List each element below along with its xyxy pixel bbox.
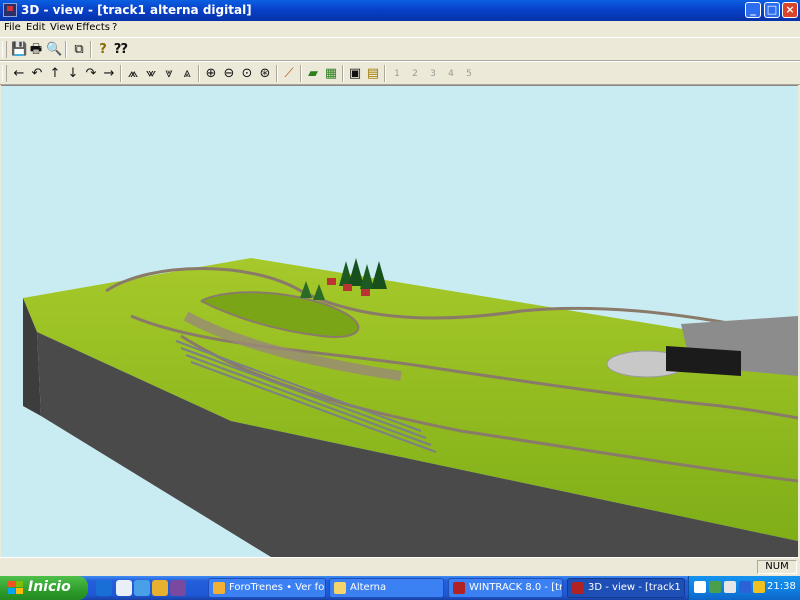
- toolbar-separator: [276, 65, 278, 82]
- camera-4-icon: 4: [448, 69, 454, 79]
- task-3d-view[interactable]: 3D - view - [track1 a...: [567, 578, 685, 598]
- media-icon[interactable]: [170, 580, 186, 596]
- window-title: 3D - view - [track1 alterna digital]: [21, 3, 252, 17]
- toolbar-separator: [120, 65, 122, 82]
- context-help-icon[interactable]: ⁇: [113, 42, 129, 58]
- desktop-icon[interactable]: [116, 580, 132, 596]
- wintrack-icon: [453, 582, 465, 594]
- locomotives: [666, 346, 741, 376]
- 3d-viewport[interactable]: [1, 85, 798, 557]
- tray-app-icon[interactable]: [694, 581, 706, 593]
- task-label: Alterna: [350, 582, 387, 593]
- move-right-icon[interactable]: →: [101, 66, 117, 82]
- tray-security-icon[interactable]: [739, 581, 751, 593]
- task-alterna[interactable]: Alterna: [329, 578, 444, 598]
- chrome-icon[interactable]: [152, 580, 168, 596]
- menu-file[interactable]: File: [4, 22, 21, 33]
- toolbar-separator: [198, 65, 200, 82]
- app-icon[interactable]: [3, 3, 17, 17]
- task-forotrenes[interactable]: ForoTrenes • Ver fo...: [208, 578, 326, 598]
- screenshot-icon[interactable]: ▤: [365, 66, 381, 82]
- toolbar-separator: [90, 41, 92, 58]
- menu-view[interactable]: View: [50, 22, 74, 33]
- print-preview-icon[interactable]: 🔍: [46, 42, 62, 58]
- tray-network-icon[interactable]: [709, 581, 721, 593]
- zoom-icon[interactable]: ⊙: [239, 66, 255, 82]
- browser-icon: [213, 582, 225, 594]
- menu-bar: File Edit View Effects ?: [0, 21, 800, 36]
- windows-logo-icon: [8, 581, 23, 594]
- title-bar[interactable]: 3D - view - [track1 alterna digital] _ □…: [0, 0, 800, 21]
- track-tool-icon[interactable]: ⟋: [281, 66, 297, 82]
- numlock-indicator: NUM: [757, 560, 797, 574]
- toolbar-separator: [342, 65, 344, 82]
- camera-3-icon: 3: [430, 69, 436, 79]
- standard-toolbar: 💾 🖶 🔍 ⧉ ? ⁇: [0, 37, 800, 61]
- messenger-icon[interactable]: [134, 580, 150, 596]
- help-icon[interactable]: ?: [95, 42, 111, 58]
- move-up-icon[interactable]: ↑: [47, 66, 63, 82]
- taskbar: Inicio ForoTrenes • Ver fo... Alterna WI…: [0, 576, 800, 600]
- camera-walk-icon[interactable]: ⩔: [161, 66, 177, 82]
- ie-icon[interactable]: [96, 580, 112, 596]
- menu-help[interactable]: ?: [112, 22, 117, 33]
- menu-edit[interactable]: Edit: [26, 22, 45, 33]
- tray-volume-icon[interactable]: [724, 581, 736, 593]
- toolbar-grip[interactable]: [2, 41, 7, 58]
- menu-effects[interactable]: Effects: [76, 22, 110, 33]
- camera-1-icon: 1: [394, 69, 400, 79]
- move-left-icon[interactable]: ←: [11, 66, 27, 82]
- task-label: 3D - view - [track1 a...: [588, 582, 684, 593]
- zoom-out-icon[interactable]: ⊖: [221, 66, 237, 82]
- terrain-icon[interactable]: ▰: [305, 66, 321, 82]
- start-button[interactable]: Inicio: [0, 576, 88, 600]
- task-wintrack[interactable]: WINTRACK 8.0 - [tr...: [448, 578, 563, 598]
- move-down-icon[interactable]: ↓: [65, 66, 81, 82]
- task-label: WINTRACK 8.0 - [tr...: [469, 582, 563, 593]
- layout-3d-render: [1, 86, 798, 557]
- toolbar-separator: [384, 65, 386, 82]
- camera-tilt-up-icon[interactable]: ⩕: [125, 66, 141, 82]
- wintrack-icon: [572, 582, 584, 594]
- camera-tilt-down-icon[interactable]: ⩖: [143, 66, 159, 82]
- turn-right-icon[interactable]: ↷: [83, 66, 99, 82]
- tray-d-icon[interactable]: [753, 581, 765, 593]
- clock[interactable]: 21:38: [767, 581, 796, 592]
- camera-5-icon: 5: [466, 69, 472, 79]
- start-label: Inicio: [28, 579, 71, 595]
- zoom-in-icon[interactable]: ⊕: [203, 66, 219, 82]
- fit-view-icon[interactable]: ▣: [347, 66, 363, 82]
- zoom-all-icon[interactable]: ⊛: [257, 66, 273, 82]
- minimize-button[interactable]: _: [745, 2, 761, 18]
- toolbar-separator: [65, 41, 67, 58]
- camera-2-icon: 2: [412, 69, 418, 79]
- toolbar-separator: [300, 65, 302, 82]
- task-label: ForoTrenes • Ver fo...: [229, 582, 326, 593]
- view-toolbar: ← ↶ ↑ ↓ ↷ → ⩕ ⩖ ⩔ ⩓ ⊕ ⊖ ⊙ ⊛ ⟋ ▰ ▦ ▣ ▤ 1 …: [0, 61, 800, 85]
- print-icon[interactable]: 🖶: [28, 42, 44, 58]
- turn-left-icon[interactable]: ↶: [29, 66, 45, 82]
- folder-icon: [334, 582, 346, 594]
- grid-icon[interactable]: ▦: [323, 66, 339, 82]
- camera-fly-icon[interactable]: ⩓: [179, 66, 195, 82]
- toolbar-grip[interactable]: [2, 65, 7, 82]
- copy-icon[interactable]: ⧉: [71, 42, 87, 58]
- system-tray: 21:38: [688, 576, 800, 600]
- close-button[interactable]: ×: [782, 2, 798, 18]
- save-icon[interactable]: 💾: [11, 42, 27, 58]
- status-bar: NUM: [0, 557, 800, 577]
- maximize-button[interactable]: □: [764, 2, 780, 18]
